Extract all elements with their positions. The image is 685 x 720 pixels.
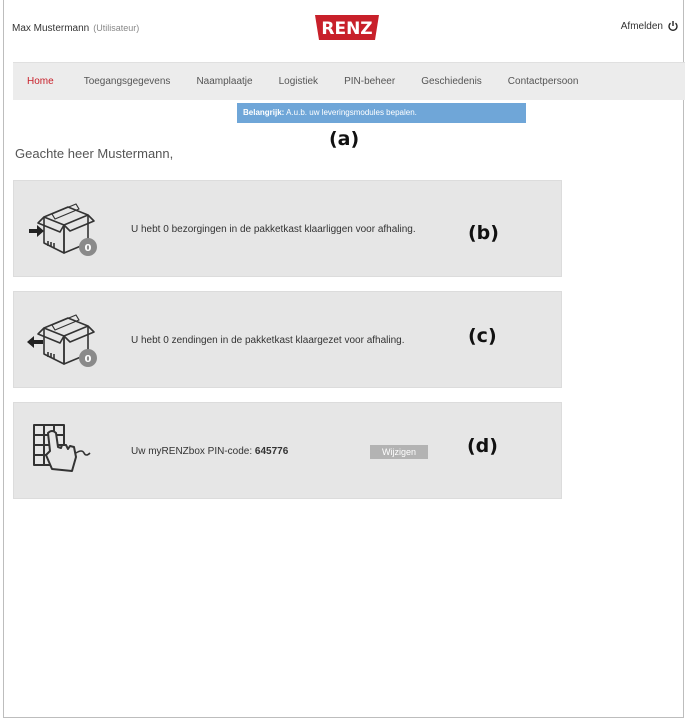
- notice-strong: Belangrijk:: [243, 108, 285, 117]
- tab-geschiedenis[interactable]: Geschiedenis: [408, 76, 495, 87]
- pickups-count: 0: [85, 243, 92, 254]
- change-pin-button[interactable]: Wijzigen: [370, 445, 428, 459]
- renz-logo: RENZ: [315, 15, 379, 40]
- user-name: Max Mustermann: [12, 23, 90, 34]
- keypad-hand-icon: [33, 424, 91, 472]
- box-outgoing-icon: 0: [27, 314, 97, 367]
- user-role: (Utilisateur): [93, 23, 140, 33]
- notice-banner[interactable]: Belangrijk: A.u.b. uw leveringsmodules b…: [237, 103, 526, 123]
- logo-text: RENZ: [321, 19, 372, 39]
- logout-label: Afmelden: [620, 20, 663, 32]
- shipments-count: 0: [85, 354, 92, 365]
- main-navigation: Home Toegangsgegevens Naamplaatje Logist…: [13, 62, 685, 100]
- pickups-text: U hebt 0 bezorgingen in de pakketkast kl…: [131, 224, 416, 235]
- power-icon: [668, 21, 678, 32]
- shipments-text: U hebt 0 zendingen in de pakketkast klaa…: [131, 335, 405, 346]
- logout-button[interactable]: Afmelden: [621, 20, 679, 32]
- tab-pin-beheer[interactable]: PIN-beheer: [331, 76, 408, 87]
- pin-label: Uw myRENZbox PIN-code:: [131, 446, 255, 457]
- greeting: Geachte heer Mustermann,: [15, 146, 174, 161]
- annotation-d: (d): [467, 435, 498, 457]
- annotation-c: (c): [468, 325, 497, 347]
- pin-label-row: Uw myRENZbox PIN-code: 645776: [131, 446, 288, 457]
- pin-code: 645776: [254, 446, 289, 457]
- annotation-a: (a): [329, 128, 360, 150]
- tab-home[interactable]: Home: [13, 76, 71, 87]
- notice-text: A.u.b. uw leveringsmodules bepalen.: [284, 108, 417, 117]
- tab-naamplaatje[interactable]: Naamplaatje: [183, 76, 265, 87]
- tab-contactpersoon[interactable]: Contactpersoon: [495, 76, 592, 87]
- box-incoming-icon: 0: [29, 203, 97, 256]
- annotation-b: (b): [468, 222, 499, 244]
- tab-toegangsgegevens[interactable]: Toegangsgegevens: [71, 76, 184, 87]
- tab-logistiek[interactable]: Logistiek: [266, 76, 331, 87]
- user-info: Max Mustermann (Utilisateur): [12, 23, 139, 34]
